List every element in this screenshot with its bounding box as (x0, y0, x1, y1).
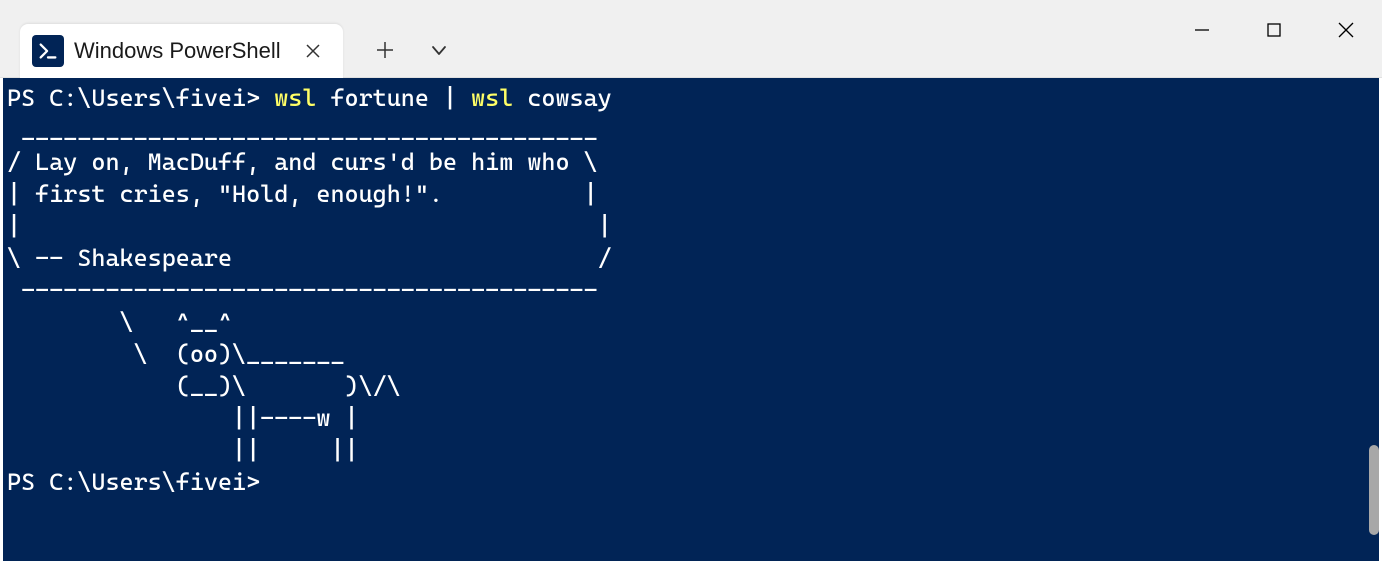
plus-icon (375, 40, 395, 60)
command-text: cowsay (513, 84, 611, 112)
scrollbar-thumb[interactable] (1369, 445, 1379, 535)
close-icon (305, 43, 321, 59)
command-text: fortune | (316, 84, 471, 112)
tab-powershell[interactable]: Windows PowerShell (20, 24, 343, 78)
prompt: PS C:\Users\fivei> (7, 468, 260, 496)
prompt: PS C:\Users\fivei> (7, 84, 274, 112)
terminal-output: ________________________________________… (7, 116, 612, 464)
tab-title: Windows PowerShell (74, 38, 281, 64)
minimize-icon (1194, 22, 1210, 38)
close-icon (1337, 21, 1355, 39)
powershell-icon (32, 35, 64, 67)
maximize-button[interactable] (1238, 0, 1310, 60)
command-token: wsl (274, 84, 316, 112)
tab-actions (367, 23, 457, 77)
tab-dropdown-button[interactable] (421, 32, 457, 68)
window-controls (1166, 0, 1382, 60)
tab-close-button[interactable] (299, 37, 327, 65)
chevron-down-icon (429, 40, 449, 60)
terminal-content: PS C:\Users\fivei> wsl fortune | wsl cow… (7, 82, 1375, 498)
maximize-icon (1266, 22, 1282, 38)
command-token: wsl (471, 84, 513, 112)
minimize-button[interactable] (1166, 0, 1238, 60)
new-tab-button[interactable] (367, 32, 403, 68)
close-window-button[interactable] (1310, 0, 1382, 60)
titlebar: Windows PowerShell (0, 0, 1382, 78)
terminal-pane[interactable]: PS C:\Users\fivei> wsl fortune | wsl cow… (3, 78, 1379, 561)
